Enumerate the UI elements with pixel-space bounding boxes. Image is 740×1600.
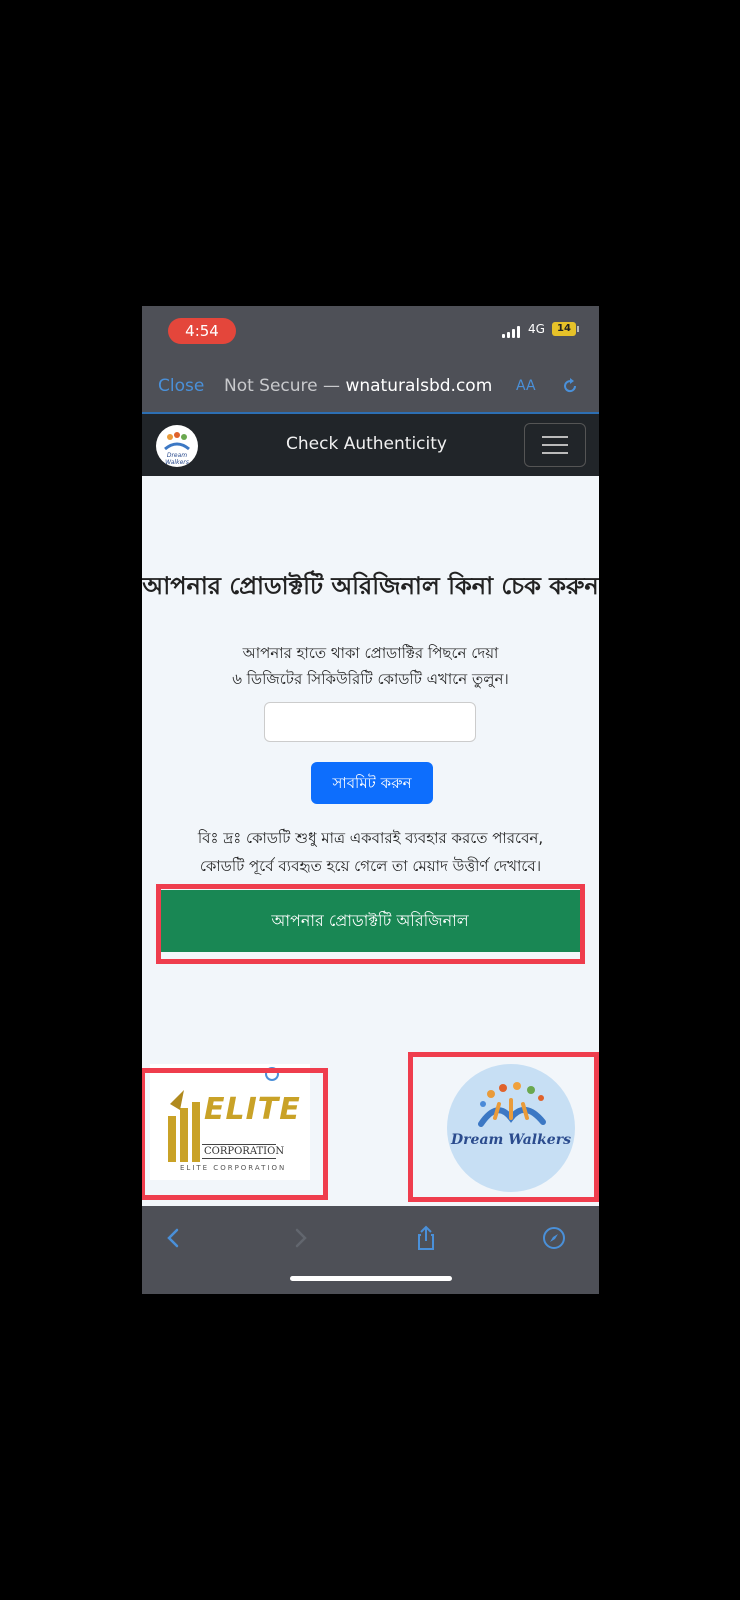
site-navbar: Dream Walkers Check Authenticity (142, 414, 599, 476)
security-label: Not Secure — (224, 376, 341, 396)
reload-icon[interactable] (560, 376, 580, 396)
site-logo[interactable]: Dream Walkers (156, 425, 198, 467)
highlight-box-result (156, 884, 585, 964)
network-type: 4G (528, 322, 545, 336)
note-line-2: কোডটি পূর্বে ব্যবহৃত হয়ে গেলে তা মেয়াদ… (199, 857, 542, 875)
status-time: 4:54 (168, 318, 236, 344)
page-title: Check Authenticity (286, 434, 447, 454)
close-button[interactable]: Close (158, 376, 204, 396)
share-icon[interactable] (412, 1224, 440, 1252)
instructions-line-2: ৬ ডিজিটের সিকিউরিটি কোডটি এখানে তুলুন। (232, 670, 509, 688)
site-logo-text: Dream Walkers (165, 452, 189, 466)
highlight-box-elite (142, 1068, 328, 1200)
signal-icon (502, 326, 522, 338)
forward-icon[interactable] (286, 1224, 314, 1252)
instructions: আপনার হাতে থাকা প্রোডাক্টির পিছনে দেয়া … (142, 640, 599, 692)
phone-screen: 4:54 4G 14 Close Not Secure — wnaturalsb… (142, 306, 599, 1294)
status-bar: 4:54 4G 14 (142, 306, 599, 354)
compass-icon[interactable] (540, 1224, 568, 1252)
address-bar: Close Not Secure — wnaturalsbd.com AA (142, 354, 599, 414)
note-line-1: বিঃ দ্রঃ কোডটি শুধু মাত্র একবারই ব্যবহার… (197, 829, 544, 847)
note-text: বিঃ দ্রঃ কোডটি শুধু মাত্র একবারই ব্যবহার… (142, 824, 599, 880)
battery-icon: 14 (552, 322, 576, 336)
battery-tip (577, 326, 579, 332)
menu-toggle-button[interactable] (524, 423, 586, 467)
browser-toolbar (142, 1206, 599, 1294)
highlight-box-dream (408, 1052, 599, 1202)
text-size-button[interactable]: AA (516, 378, 536, 394)
url-domain: wnaturalsbd.com (345, 376, 493, 396)
instructions-line-1: আপনার হাতে থাকা প্রোডাক্টির পিছনে দেয়া (242, 644, 499, 662)
main-heading: আপনার প্রোডাক্টটি অরিজিনাল কিনা চেক করুন (142, 572, 599, 600)
submit-button[interactable]: সাবমিট করুন (311, 762, 433, 804)
home-indicator (290, 1276, 452, 1281)
hamburger-icon (542, 436, 568, 438)
back-icon[interactable] (160, 1224, 188, 1252)
url-display[interactable]: Not Secure — wnaturalsbd.com (224, 376, 492, 396)
security-code-input[interactable] (264, 702, 476, 742)
